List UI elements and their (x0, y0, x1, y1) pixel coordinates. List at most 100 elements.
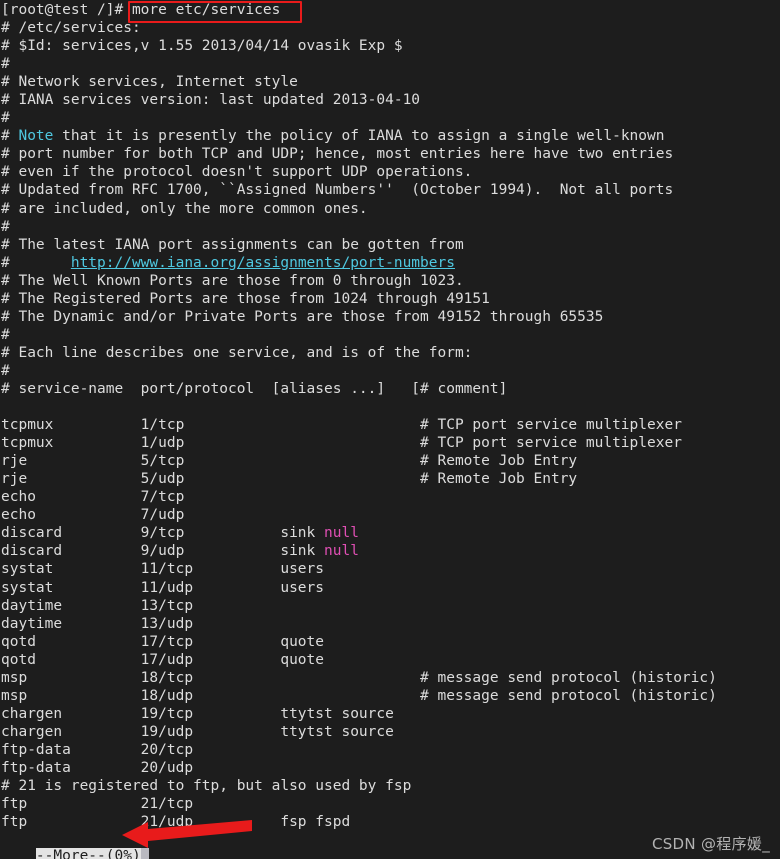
text-segment: echo 7/tcp (1, 489, 185, 506)
more-status-label: --More--(0%) (35, 848, 141, 859)
text-segment: # (1, 110, 10, 127)
terminal-line: # http://www.iana.org/assignments/port-n… (0, 254, 780, 272)
terminal-line: discard 9/tcp sink null (0, 524, 780, 542)
terminal-line: # The Well Known Ports are those from 0 … (0, 272, 780, 290)
text-segment: ftp-data 20/udp (1, 759, 194, 776)
terminal-line: tcpmux 1/tcp # TCP port service multiple… (0, 416, 780, 434)
terminal-line: # service-name port/protocol [aliases ..… (0, 380, 780, 398)
text-segment: echo 7/udp (1, 507, 185, 524)
terminal-line: # Each line describes one service, and i… (0, 344, 780, 362)
typed-command: more etc/services (131, 2, 281, 18)
terminal-line: systat 11/tcp users (0, 560, 780, 578)
text-segment: # (1, 218, 10, 235)
terminal-line: # Network services, Internet style (0, 73, 780, 91)
terminal-line: # (0, 218, 780, 236)
text-segment: systat 11/tcp users (1, 561, 325, 578)
text-segment: # The Dynamic and/or Private Ports are t… (1, 308, 604, 325)
terminal-line: # Note that it is presently the policy o… (0, 127, 780, 145)
text-segment: http://www.iana.org/assignments/port-num… (70, 254, 455, 271)
terminal-cursor (140, 848, 150, 859)
terminal-line: rje 5/udp # Remote Job Entry (0, 470, 780, 488)
text-segment: # (1, 362, 10, 379)
terminal-line: # (0, 326, 780, 344)
text-segment: # Network services, Internet style (1, 74, 298, 91)
text-segment: null (324, 525, 359, 542)
terminal-line: # The latest IANA port assignments can b… (0, 236, 780, 254)
terminal-line: # are included, only the more common one… (0, 200, 780, 218)
text-segment: # port number for both TCP and UDP; henc… (1, 146, 674, 163)
text-segment: # 21 is registered to ftp, but also used… (1, 778, 412, 795)
text-segment: # service-name port/protocol [aliases ..… (1, 380, 508, 397)
text-segment: # The Well Known Ports are those from 0 … (1, 272, 464, 289)
text-segment: ftp 21/tcp (1, 796, 194, 813)
terminal-line: chargen 19/udp ttytst source (0, 723, 780, 741)
text-segment: discard 9/udp sink (1, 543, 325, 560)
text-segment: # The latest IANA port assignments can b… (1, 236, 464, 253)
text-segment: chargen 19/udp ttytst source (1, 723, 394, 740)
terminal-line: qotd 17/udp quote (0, 651, 780, 669)
text-segment: systat 11/udp users (1, 579, 325, 596)
terminal-line: echo 7/tcp (0, 488, 780, 506)
terminal-line: # (0, 109, 780, 127)
terminal-line: daytime 13/udp (0, 615, 780, 633)
terminal-line: msp 18/udp # message send protocol (hist… (0, 687, 780, 705)
terminal-line: # 21 is registered to ftp, but also used… (0, 777, 780, 795)
terminal-line: ftp 21/tcp (0, 795, 780, 813)
text-segment: # /etc/services: (1, 20, 141, 37)
text-segment: ftp-data 20/tcp (1, 741, 194, 758)
text-segment: msp 18/udp # message send protocol (hist… (1, 687, 717, 704)
text-segment: # (1, 254, 71, 271)
text-segment: # (1, 56, 10, 73)
text-segment: chargen 19/tcp ttytst source (1, 705, 394, 722)
text-segment: qotd 17/udp quote (1, 651, 325, 668)
terminal-line: # The Registered Ports are those from 10… (0, 290, 780, 308)
text-segment: that it is presently the policy of IANA … (53, 128, 665, 145)
text-segment: Note (18, 128, 54, 145)
shell-prompt: [root@test /]# (1, 2, 132, 18)
text-segment: # Updated from RFC 1700, ``Assigned Numb… (1, 182, 674, 199)
terminal-line: # IANA services version: last updated 20… (0, 91, 780, 109)
terminal-output: [root@test /]# more etc/services # /etc/s… (0, 1, 780, 831)
text-segment: qotd 17/tcp quote (1, 633, 325, 650)
terminal-line: tcpmux 1/udp # TCP port service multiple… (0, 434, 780, 452)
text-segment: # (1, 326, 10, 343)
more-status-line[interactable]: --More--(0%) (0, 829, 150, 859)
text-segment: # $Id: services,v 1.55 2013/04/14 ovasik… (1, 38, 403, 55)
text-segment: tcpmux 1/udp # TCP port service multiple… (1, 435, 682, 452)
terminal-line: ftp-data 20/udp (0, 759, 780, 777)
watermark-text: CSDN @程序媛_ (651, 834, 770, 853)
terminal-line: rje 5/tcp # Remote Job Entry (0, 452, 780, 470)
text-segment: msp 18/tcp # message send protocol (hist… (1, 669, 717, 686)
terminal-line: daytime 13/tcp (0, 597, 780, 615)
text-segment: daytime 13/tcp (1, 597, 194, 614)
terminal-line: # /etc/services: (0, 19, 780, 37)
terminal-line: # Updated from RFC 1700, ``Assigned Numb… (0, 181, 780, 199)
text-segment: # are included, only the more common one… (1, 200, 368, 217)
text-segment: # even if the protocol doesn't support U… (1, 164, 473, 181)
terminal-line: discard 9/udp sink null (0, 542, 780, 560)
terminal-line: # $Id: services,v 1.55 2013/04/14 ovasik… (0, 37, 780, 55)
text-segment: # Each line describes one service, and i… (1, 344, 473, 361)
terminal-line: systat 11/udp users (0, 579, 780, 597)
terminal-line: # even if the protocol doesn't support U… (0, 163, 780, 181)
terminal-line: # (0, 55, 780, 73)
text-segment: ftp 21/udp fsp fspd (1, 814, 351, 831)
terminal-line: echo 7/udp (0, 506, 780, 524)
terminal-line: chargen 19/tcp ttytst source (0, 705, 780, 723)
terminal-window[interactable]: [root@test /]# more etc/services # /etc/s… (0, 0, 780, 859)
terminal-prompt-line: [root@test /]# more etc/services (0, 1, 780, 19)
terminal-line: # port number for both TCP and UDP; henc… (0, 145, 780, 163)
terminal-line: # The Dynamic and/or Private Ports are t… (0, 308, 780, 326)
text-segment: rje 5/udp # Remote Job Entry (1, 471, 578, 488)
text-segment: # (1, 128, 19, 145)
terminal-line: # (0, 362, 780, 380)
text-segment: # IANA services version: last updated 20… (1, 92, 421, 109)
text-segment: daytime 13/udp (1, 615, 194, 632)
text-segment: discard 9/tcp sink (1, 525, 325, 542)
text-segment: # The Registered Ports are those from 10… (1, 290, 490, 307)
terminal-line: ftp-data 20/tcp (0, 741, 780, 759)
terminal-line: msp 18/tcp # message send protocol (hist… (0, 669, 780, 687)
terminal-line: qotd 17/tcp quote (0, 633, 780, 651)
text-segment: rje 5/tcp # Remote Job Entry (1, 453, 578, 470)
